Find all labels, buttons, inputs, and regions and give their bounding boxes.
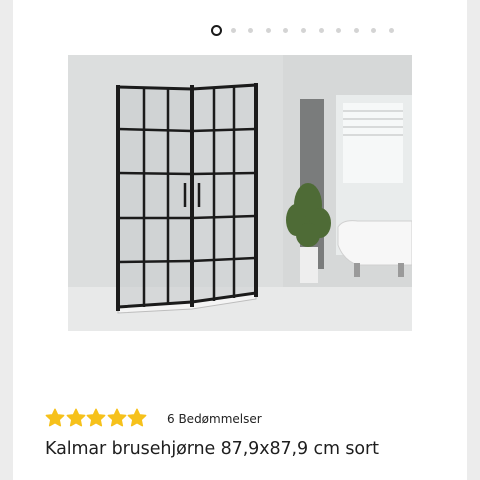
product-image[interactable] bbox=[68, 55, 412, 331]
carousel-dot[interactable] bbox=[301, 28, 306, 33]
carousel-indicator[interactable] bbox=[13, 24, 467, 38]
carousel-dot[interactable] bbox=[265, 28, 271, 33]
carousel-dot[interactable] bbox=[371, 28, 377, 33]
star-icon bbox=[66, 408, 85, 427]
carousel-dot[interactable] bbox=[230, 28, 236, 33]
carousel-dot[interactable] bbox=[248, 28, 254, 33]
star-icon bbox=[86, 408, 106, 427]
carousel-dot[interactable] bbox=[318, 28, 324, 33]
rating-count[interactable]: 6 Bedømmelser bbox=[167, 412, 262, 426]
carousel-dot[interactable] bbox=[389, 28, 394, 33]
star-icon bbox=[107, 408, 126, 427]
star-icon bbox=[127, 408, 147, 427]
carousel-dot[interactable] bbox=[353, 28, 359, 33]
carousel-dot[interactable] bbox=[283, 28, 289, 33]
carousel-dot[interactable] bbox=[336, 28, 342, 33]
carousel-dot-active[interactable] bbox=[211, 25, 222, 36]
product-title: Kalmar brusehjørne 87,9x87,9 cm sort bbox=[45, 439, 379, 459]
star-icon bbox=[45, 408, 65, 427]
shower-enclosure-image bbox=[68, 55, 412, 331]
product-card: 6 Bedømmelser Kalmar brusehjørne 87,9x87… bbox=[13, 0, 467, 480]
